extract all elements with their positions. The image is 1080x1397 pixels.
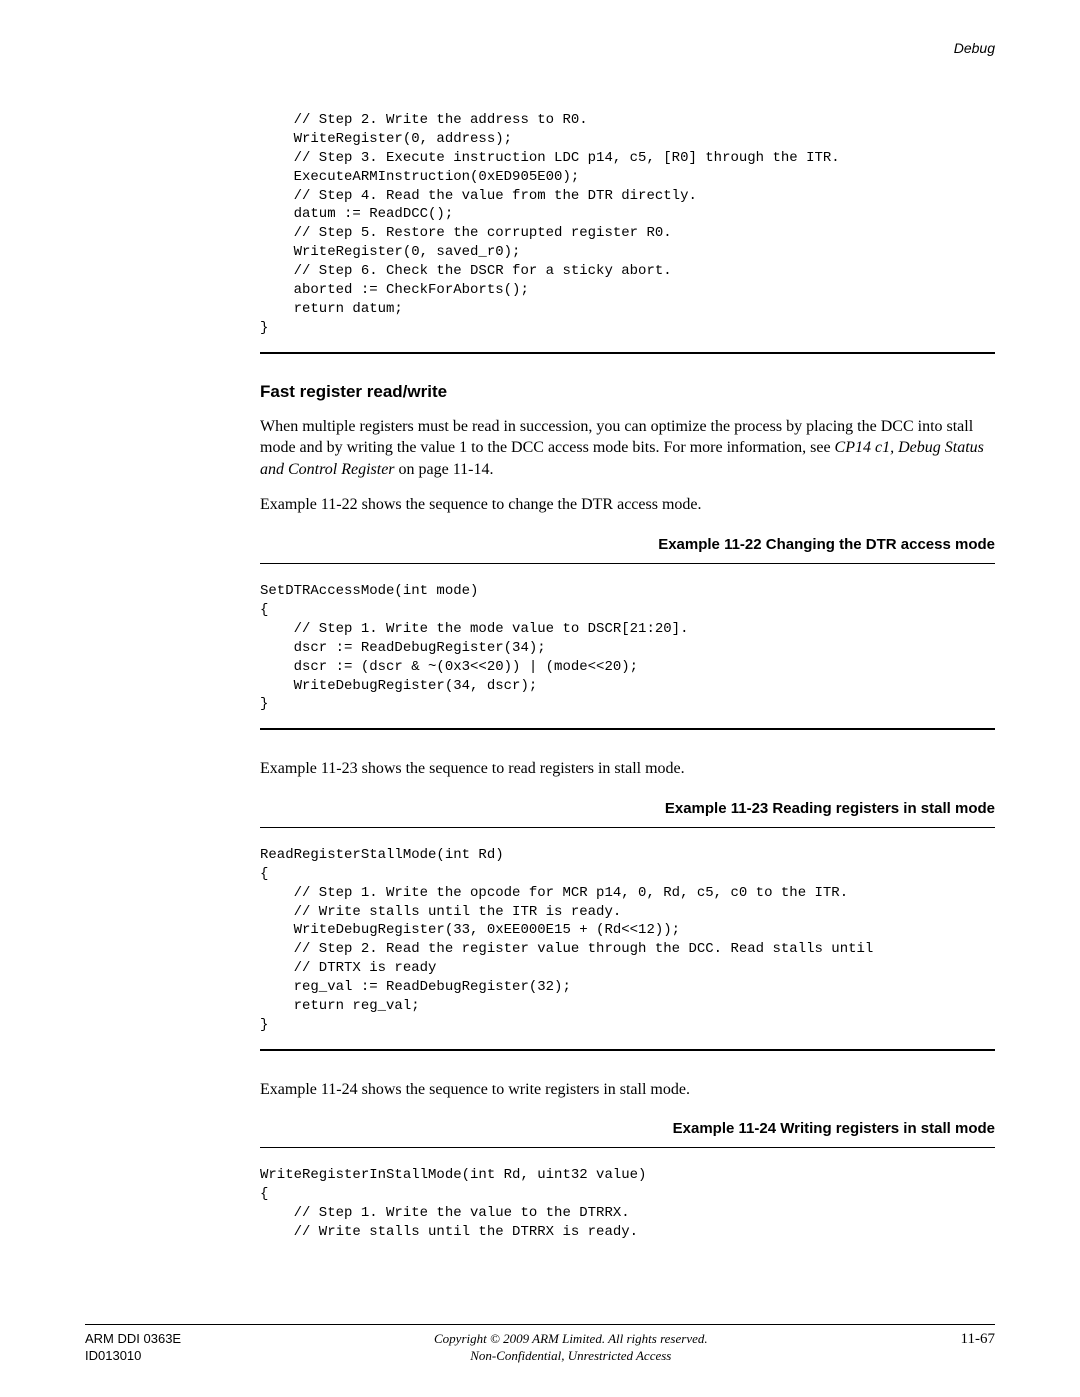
footer-pagenum: 11-67 [961,1331,995,1348]
footer-classification: Non-Confidential, Unrestricted Access [181,1348,960,1365]
example-caption-11-23: Example 11-23 Reading registers in stall… [260,800,995,817]
paragraph-ex24-lead: Example 11-24 shows the sequence to writ… [260,1079,995,1101]
paragraph-intro: When multiple registers must be read in … [260,416,995,481]
footer-docid: ARM DDI 0363E [85,1331,181,1348]
footer-revid: ID013010 [85,1348,181,1365]
rule [260,1049,995,1051]
code-block-3: ReadRegisterStallMode(int Rd) { // Step … [260,846,995,1035]
header-section-label: Debug [85,40,995,56]
section-heading-fast-rw: Fast register read/write [260,382,995,402]
example-caption-11-24: Example 11-24 Writing registers in stall… [260,1120,995,1137]
rule [260,1147,995,1148]
para1-part-c: on page 11-14. [395,461,494,478]
paragraph-ex23-lead: Example 11-23 shows the sequence to read… [260,758,995,780]
code-block-4: WriteRegisterInStallMode(int Rd, uint32 … [260,1166,995,1242]
page-footer: ARM DDI 0363E ID013010 Copyright © 2009 … [85,1324,995,1365]
footer-copyright: Copyright © 2009 ARM Limited. All rights… [181,1331,960,1348]
rule [260,827,995,828]
code-block-2: SetDTRAccessMode(int mode) { // Step 1. … [260,582,995,714]
rule [260,728,995,730]
rule [260,352,995,354]
code-block-1: // Step 2. Write the address to R0. Writ… [260,111,995,338]
footer-rule [85,1324,995,1325]
example-caption-11-22: Example 11-22 Changing the DTR access mo… [260,536,995,553]
rule [260,563,995,564]
paragraph-ex22-lead: Example 11-22 shows the sequence to chan… [260,494,995,516]
